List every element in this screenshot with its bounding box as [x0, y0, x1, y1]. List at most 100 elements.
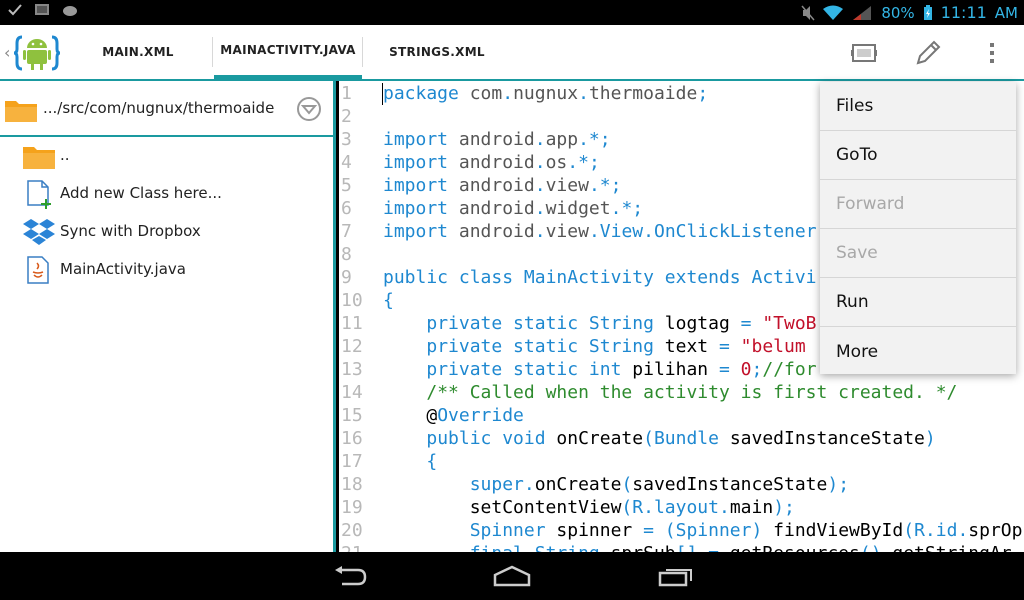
code-line[interactable]: 15 @Override	[339, 404, 1024, 427]
image-notification-icon	[35, 4, 49, 15]
path-bar: .../src/com/nugnux/thermoaide	[0, 81, 333, 137]
code-token: pilihan	[632, 359, 719, 380]
code-token: os	[545, 152, 568, 173]
code-token: [] =	[676, 543, 730, 552]
list-item-parent-folder[interactable]: ..	[0, 137, 333, 175]
code-token: /** Called when the activity is first cr…	[426, 382, 958, 403]
list-item-dropbox-sync[interactable]: Sync with Dropbox	[0, 213, 333, 251]
line-number: 8	[341, 244, 352, 265]
menu-item-save[interactable]: Save	[820, 229, 1016, 278]
code-token: );	[827, 474, 850, 495]
code-token: {	[383, 290, 394, 311]
code-token: view	[545, 221, 589, 242]
file-list: .. Add new Class here... Sync with Dropb…	[0, 137, 333, 289]
code-token: OnClickListener	[653, 221, 817, 242]
clock-time: 11:11	[940, 3, 987, 22]
line-number: 20	[341, 520, 363, 541]
code-line[interactable]: 20 Spinner spinner = (Spinner) findViewB…	[339, 519, 1024, 542]
code-token: sprOp	[968, 520, 1023, 541]
signal-icon	[853, 5, 872, 20]
code-token: import	[383, 221, 449, 242]
code-token: import	[383, 129, 449, 150]
list-item-label: MainActivity.java	[60, 260, 186, 278]
list-item-mainactivity-java[interactable]: MainActivity.java	[0, 251, 333, 289]
code-token: );	[773, 497, 795, 518]
recent-apps-icon[interactable]	[656, 562, 696, 590]
line-number: 10	[341, 290, 363, 311]
new-file-icon	[27, 180, 51, 209]
code-token: text	[664, 336, 719, 357]
code-token: (	[621, 474, 633, 495]
menu-item-files[interactable]: Files	[820, 82, 1016, 131]
line-number: 2	[341, 106, 352, 127]
code-token: ;	[697, 83, 709, 104]
code-token: onCreate	[534, 474, 622, 495]
code-line[interactable]: 16 public void onCreate(Bundle savedInst…	[339, 427, 1024, 450]
tab-main-xml[interactable]: MAIN.XML	[82, 25, 194, 79]
code-token: //for	[762, 359, 817, 380]
code-line[interactable]: 14 /** Called when the activity is first…	[339, 381, 1024, 404]
code-token: view	[545, 175, 589, 196]
code-token: final	[470, 543, 535, 552]
line-number: 11	[341, 313, 363, 334]
code-token: .	[534, 198, 546, 219]
list-item-label: Add new Class here...	[60, 184, 222, 202]
code-token: onCreate	[556, 428, 644, 449]
code-token: "TwoB	[762, 313, 817, 334]
code-token: .	[534, 175, 546, 196]
tab-strings-xml[interactable]: STRINGS.XML	[372, 25, 502, 79]
code-token: android	[448, 198, 535, 219]
code-token: {	[426, 451, 438, 472]
menu-item-more[interactable]: More	[820, 327, 1016, 376]
code-token: nugnux	[513, 83, 579, 104]
run-screen-icon[interactable]	[848, 37, 880, 69]
menu-item-run[interactable]: Run	[820, 278, 1016, 327]
code-token: spinner	[556, 520, 644, 541]
tab-mainactivity-java[interactable]: MAINACTIVITY.JAVA	[214, 25, 362, 79]
code-line[interactable]: 19 setContentView(R.layout.main);	[339, 496, 1024, 519]
android-notification-icon	[63, 6, 77, 16]
code-token: String	[588, 336, 665, 357]
list-item-add-class[interactable]: Add new Class here...	[0, 175, 333, 213]
line-number: 17	[341, 451, 363, 472]
overflow-menu-icon[interactable]	[976, 37, 1008, 69]
line-number: 16	[341, 428, 363, 449]
code-line[interactable]: 17 {	[339, 450, 1024, 473]
home-icon[interactable]	[492, 562, 532, 590]
app-logo-icon[interactable]: ‹	[4, 31, 64, 75]
code-token: .	[534, 221, 546, 242]
pencil-icon[interactable]	[912, 37, 944, 69]
code-line[interactable]: 18 super.onCreate(savedInstanceState);	[339, 473, 1024, 496]
code-token: super	[469, 474, 524, 495]
menu-item-goto[interactable]: GoTo	[820, 131, 1016, 180]
line-number: 4	[341, 152, 352, 173]
back-icon[interactable]	[330, 562, 370, 590]
code-token: R	[914, 520, 925, 541]
line-number: 1	[341, 83, 352, 104]
path-dropdown-icon[interactable]	[296, 96, 322, 122]
code-token: import	[383, 198, 449, 219]
navigation-bar	[0, 552, 1024, 600]
code-token: String	[535, 543, 611, 552]
line-number: 5	[341, 175, 352, 196]
text-cursor	[382, 83, 383, 105]
code-token: public	[426, 428, 503, 449]
code-token: id	[935, 520, 958, 541]
line-number: 3	[341, 129, 352, 150]
code-token: public class	[383, 267, 524, 288]
menu-item-forward[interactable]: Forward	[820, 180, 1016, 229]
code-token: savedInstanceState	[632, 474, 828, 495]
code-token: void	[502, 428, 557, 449]
folder-icon	[5, 101, 37, 122]
code-line[interactable]: 21 final String sprSub[] = getResources(…	[339, 542, 1024, 552]
line-number: 18	[341, 474, 363, 495]
battery-charging-icon	[923, 4, 932, 20]
status-bar: 80% 11:11 AM	[0, 0, 1024, 25]
code-token: (	[903, 520, 915, 541]
